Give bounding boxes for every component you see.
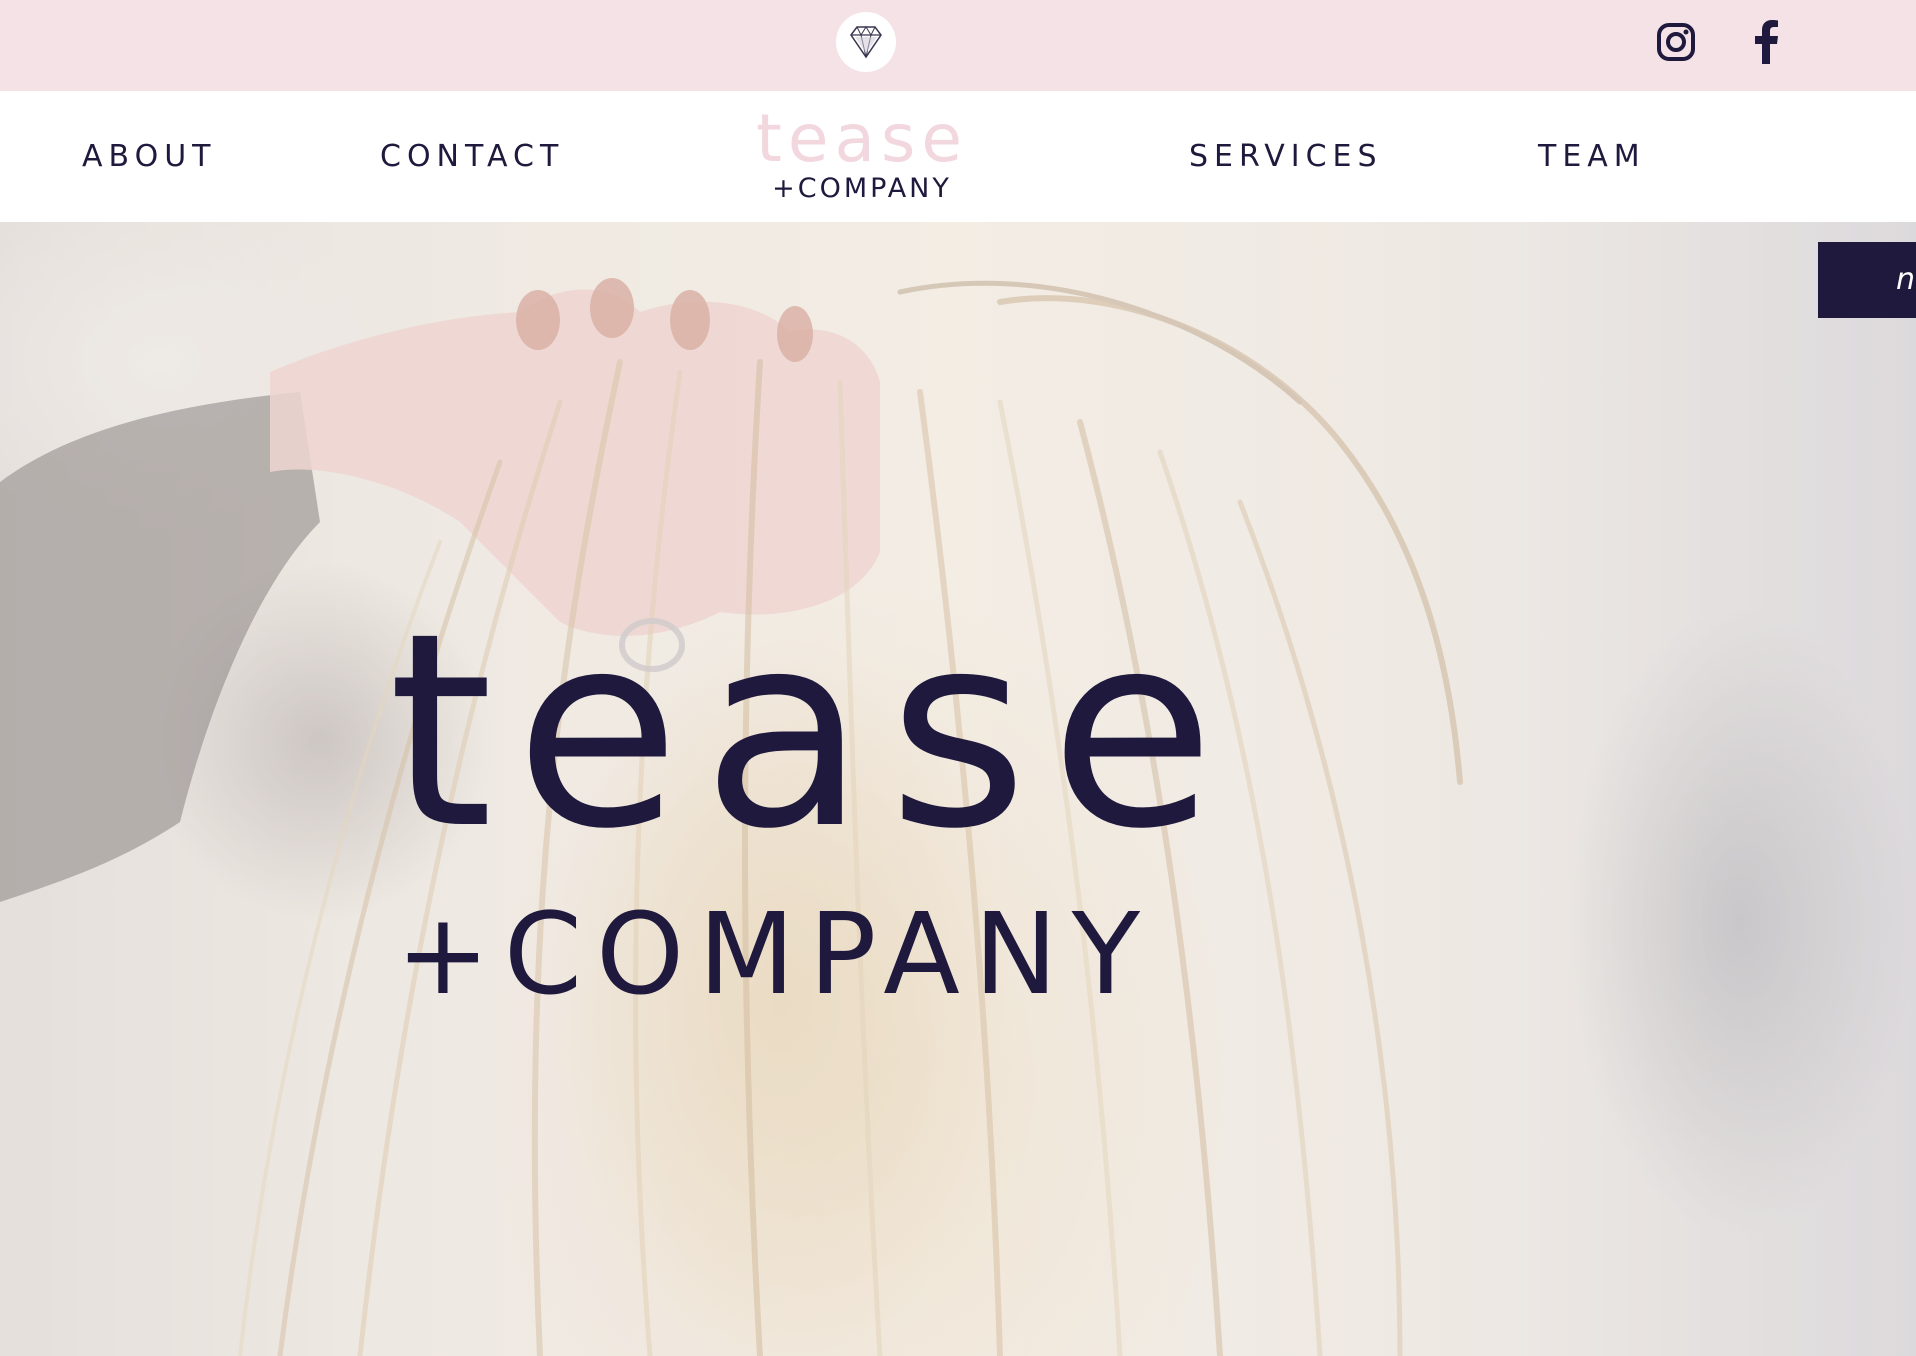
diamond-gem-icon[interactable] — [836, 12, 896, 72]
hero-logo-word: tease — [388, 576, 1237, 888]
top-bar — [0, 0, 1916, 91]
header-logo[interactable]: tease +COMPANY — [756, 101, 968, 213]
main-navigation: ABOUT CONTACT tease +COMPANY SERVICES TE… — [0, 91, 1916, 222]
nav-item-services[interactable]: SERVICES — [1189, 139, 1383, 174]
nav-item-about[interactable]: ABOUT — [82, 139, 216, 174]
side-tab-label: n — [1896, 262, 1916, 297]
hero-logo-sub: +COMPANY — [396, 890, 1155, 1020]
hero-banner: tease +COMPANY — [0, 222, 1916, 1356]
nav-item-contact[interactable]: CONTACT — [380, 139, 564, 174]
facebook-icon[interactable] — [1744, 18, 1788, 66]
header-logo-word: tease — [756, 100, 968, 177]
instagram-icon[interactable] — [1654, 18, 1698, 66]
side-tab-button[interactable]: n — [1818, 242, 1916, 318]
nav-item-team[interactable]: TEAM — [1538, 139, 1646, 174]
header-logo-sub: +COMPANY — [772, 173, 952, 204]
